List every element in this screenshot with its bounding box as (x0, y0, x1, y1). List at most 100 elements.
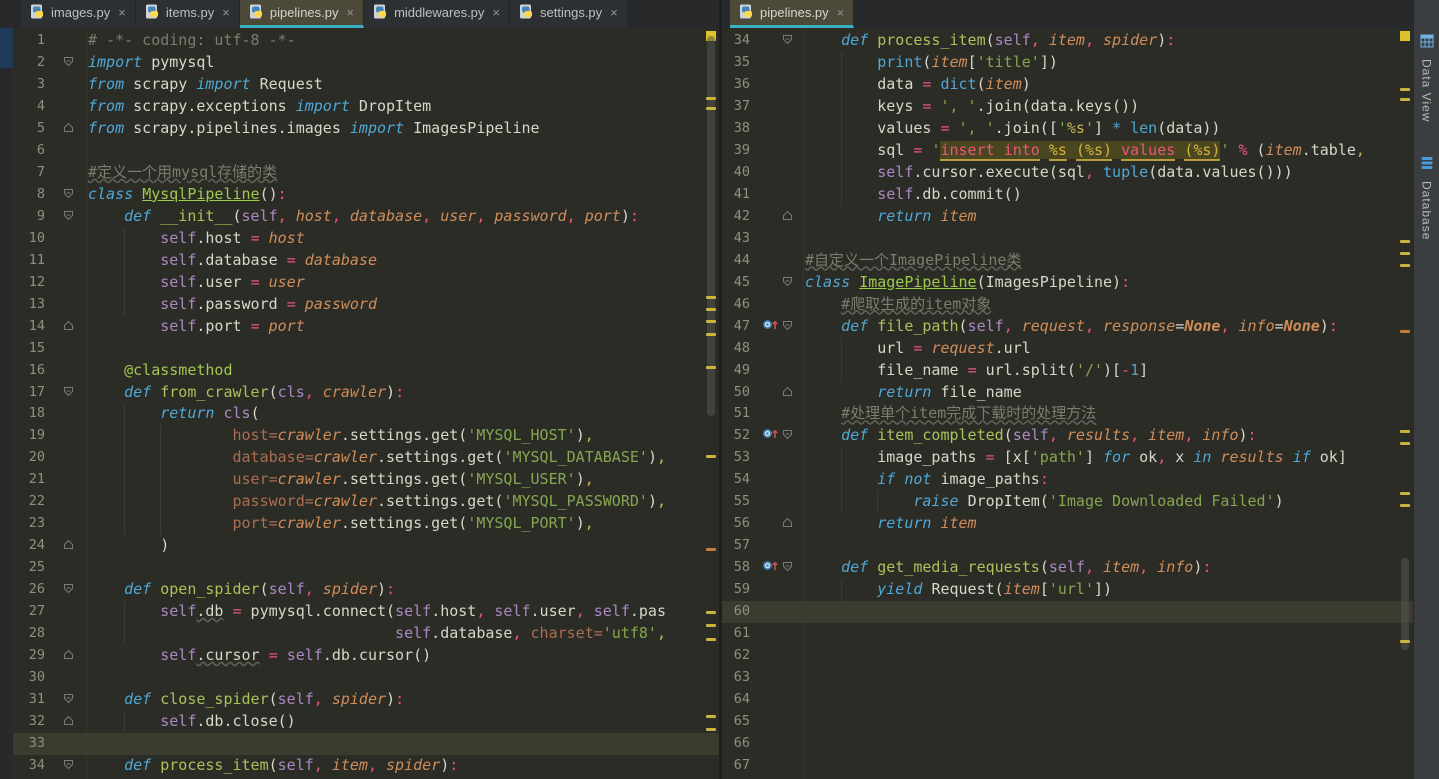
code-area-left[interactable]: 1 # -*- coding: utf-8 -*- 2 import pymysql 3… (13, 30, 719, 777)
scrollbar-thumb[interactable] (707, 36, 715, 416)
line-number[interactable]: 26 (13, 579, 55, 601)
code-text[interactable]: def __init__(self, host, database, user,… (88, 206, 719, 228)
code-text[interactable] (805, 711, 1413, 733)
fold-close-icon[interactable] (782, 206, 793, 228)
line-number[interactable]: 44 (722, 250, 758, 272)
warning-stripe-mark[interactable] (1400, 98, 1410, 101)
code-line[interactable]: 4 from scrapy.exceptions import DropItem (13, 96, 719, 118)
line-number[interactable]: 45 (722, 272, 758, 294)
fold-close-icon[interactable] (63, 118, 74, 140)
fold-close-icon[interactable] (782, 513, 793, 535)
line-number[interactable]: 37 (722, 96, 758, 118)
code-line[interactable]: 57 (722, 535, 1413, 557)
code-line[interactable]: 19 host=crawler.settings.get('MYSQL_HOST… (13, 425, 719, 447)
line-number[interactable]: 46 (722, 294, 758, 316)
code-line[interactable]: 52 def item_completed(self, results, ite… (722, 425, 1413, 447)
line-number[interactable]: 5 (13, 118, 55, 140)
code-line[interactable]: 66 (722, 733, 1413, 755)
inspection-status-indicator[interactable] (1400, 31, 1410, 41)
code-text[interactable]: @classmethod (88, 360, 719, 382)
code-line[interactable]: 18 return cls( (13, 403, 719, 425)
line-number[interactable]: 39 (722, 140, 758, 162)
code-line[interactable]: 9 def __init__(self, host, database, use… (13, 206, 719, 228)
fold-close-icon[interactable] (63, 316, 74, 338)
code-text[interactable]: def get_media_requests(self, item, info)… (805, 557, 1413, 579)
fold-close-icon[interactable] (63, 711, 74, 733)
code-text[interactable]: database=crawler.settings.get('MYSQL_DAT… (88, 447, 719, 469)
line-number[interactable]: 14 (13, 316, 55, 338)
code-text[interactable]: return item (805, 206, 1413, 228)
code-text[interactable]: self.db = pymysql.connect(self.host, sel… (88, 601, 719, 623)
code-text[interactable]: keys = ', '.join(data.keys()) (805, 96, 1413, 118)
code-text[interactable]: def file_path(self, request, response=No… (805, 316, 1413, 338)
warning-stripe-mark[interactable] (706, 455, 716, 458)
code-text[interactable]: return file_name (805, 382, 1413, 404)
tab-close-icon[interactable]: × (347, 5, 355, 20)
warning-stripe-mark[interactable] (1400, 504, 1410, 507)
code-text[interactable] (88, 557, 719, 579)
warning-stripe-mark[interactable] (1400, 640, 1410, 643)
code-line[interactable]: 56 return item (722, 513, 1413, 535)
line-number[interactable]: 29 (13, 645, 55, 667)
line-number[interactable]: 66 (722, 733, 758, 755)
warning-stripe-mark[interactable] (706, 728, 716, 731)
code-text[interactable] (88, 733, 719, 755)
fold-open-icon[interactable] (63, 755, 74, 777)
code-line[interactable]: 48 url = request.url (722, 338, 1413, 360)
line-number[interactable]: 35 (722, 52, 758, 74)
tool-window-button-database[interactable]: Database (1420, 156, 1434, 241)
tab-items.py[interactable]: items.py × (135, 0, 240, 28)
code-line[interactable]: 17 def from_crawler(cls, crawler): (13, 382, 719, 404)
line-number[interactable]: 43 (722, 228, 758, 250)
code-text[interactable]: # -*- coding: utf-8 -*- (88, 30, 719, 52)
code-text[interactable] (805, 689, 1413, 711)
code-line[interactable]: 21 user=crawler.settings.get('MYSQL_USER… (13, 469, 719, 491)
code-line[interactable]: 30 (13, 667, 719, 689)
code-line[interactable]: 47 def file_path(self, request, response… (722, 316, 1413, 338)
code-text[interactable]: print(item['title']) (805, 52, 1413, 74)
code-text[interactable] (805, 645, 1413, 667)
code-line[interactable]: 5 from scrapy.pipelines.images import Ima… (13, 118, 719, 140)
code-text[interactable]: password=crawler.settings.get('MYSQL_PAS… (88, 491, 719, 513)
line-number[interactable]: 53 (722, 447, 758, 469)
line-number[interactable]: 41 (722, 184, 758, 206)
code-line[interactable]: 25 (13, 557, 719, 579)
fold-open-icon[interactable] (782, 272, 793, 294)
code-text[interactable]: def open_spider(self, spider): (88, 579, 719, 601)
code-text[interactable]: #定义一个用mysql存储的类 (88, 162, 719, 184)
fold-open-icon[interactable] (782, 30, 793, 52)
code-line[interactable]: 34 def process_item(self, item, spider): (722, 30, 1413, 52)
line-number[interactable]: 3 (13, 74, 55, 96)
line-number[interactable]: 58 (722, 557, 758, 579)
line-number[interactable]: 19 (13, 425, 55, 447)
code-text[interactable] (805, 535, 1413, 557)
code-line[interactable]: 49 file_name = url.split('/')[-1] (722, 360, 1413, 382)
warning-stripe-mark[interactable] (1400, 252, 1410, 255)
code-area-right[interactable]: 34 def process_item(self, item, spider):… (722, 30, 1413, 777)
code-line[interactable]: 38 values = ', '.join(['%s'] * len(data)… (722, 118, 1413, 140)
code-text[interactable]: url = request.url (805, 338, 1413, 360)
code-line[interactable]: 59 yield Request(item['url']) (722, 579, 1413, 601)
tab-pipelines.py[interactable]: pipelines.py × (730, 0, 855, 28)
line-number[interactable]: 42 (722, 206, 758, 228)
code-line[interactable]: 44 #自定义一个ImagePipeline类 (722, 250, 1413, 272)
code-line[interactable]: 40 self.cursor.execute(sql, tuple(data.v… (722, 162, 1413, 184)
line-number[interactable]: 31 (13, 689, 55, 711)
warning-stripe-mark[interactable] (1400, 240, 1410, 243)
code-line[interactable]: 2 import pymysql (13, 52, 719, 74)
line-number[interactable]: 16 (13, 360, 55, 382)
line-number[interactable]: 17 (13, 382, 55, 404)
code-line[interactable]: 7 #定义一个用mysql存储的类 (13, 162, 719, 184)
line-number[interactable]: 23 (13, 513, 55, 535)
tab-images.py[interactable]: images.py × (21, 0, 136, 28)
line-number[interactable]: 18 (13, 403, 55, 425)
code-line[interactable]: 10 self.host = host (13, 228, 719, 250)
line-number[interactable]: 67 (722, 755, 758, 777)
code-text[interactable]: self.host = host (88, 228, 719, 250)
tab-close-icon[interactable]: × (610, 5, 618, 20)
warning-stripe-mark[interactable] (1400, 442, 1410, 445)
tab-close-icon[interactable]: × (222, 5, 230, 20)
line-number[interactable]: 21 (13, 469, 55, 491)
code-text[interactable]: self.database, charset='utf8', (88, 623, 719, 645)
code-text[interactable]: yield Request(item['url']) (805, 579, 1413, 601)
